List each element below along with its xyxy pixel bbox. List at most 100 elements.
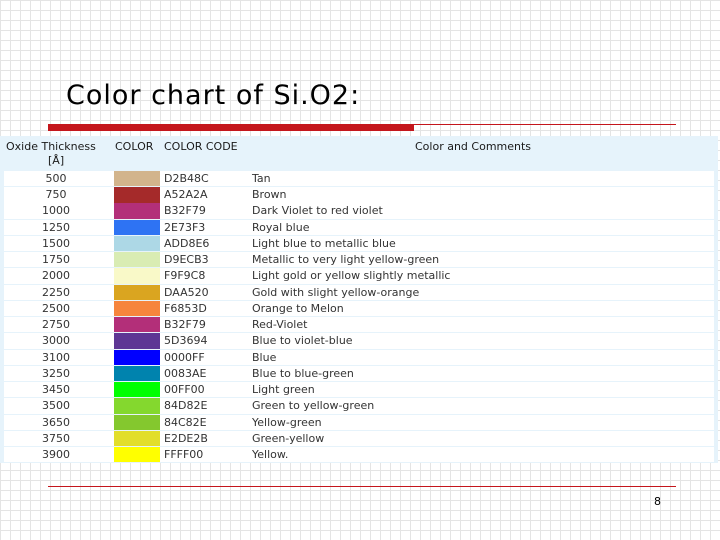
table-row: 1250 2E73F3 Royal blue bbox=[4, 219, 714, 235]
color-swatch bbox=[114, 349, 160, 365]
table-row: 3250 0083AE Blue to blue-green bbox=[4, 365, 714, 382]
header-color-code: COLOR CODE bbox=[164, 140, 238, 153]
comment-cell: Green-yellow bbox=[252, 431, 325, 445]
comment-cell: Blue to violet-blue bbox=[252, 334, 353, 348]
color-chart-table: Oxide Thickness [Å] COLOR COLOR CODE Col… bbox=[0, 136, 718, 463]
thickness-cell: 750 bbox=[45, 188, 67, 202]
color-swatch bbox=[114, 398, 160, 414]
slide-title: Color chart of Si.O2: bbox=[66, 80, 361, 111]
color-swatch bbox=[114, 252, 160, 268]
color-swatch bbox=[114, 333, 160, 349]
table-row: 750 A52A2A Brown bbox=[4, 187, 714, 203]
color-code-cell: 00FF00 bbox=[164, 383, 205, 397]
table-row: 2750 B32F79 Red-Violet bbox=[4, 317, 714, 333]
table-row: 3100 0000FF Blue bbox=[4, 349, 714, 365]
color-code-cell: A52A2A bbox=[164, 188, 208, 202]
color-swatch bbox=[114, 430, 160, 447]
header-thickness-label: Oxide Thickness bbox=[6, 140, 96, 153]
table-row: 3000 5D3694 Blue to violet-blue bbox=[4, 333, 714, 349]
table-row: 1000 B32F79 Dark Violet to red violet bbox=[4, 203, 714, 219]
comment-cell: Red-Violet bbox=[252, 318, 308, 332]
header-color: COLOR bbox=[115, 140, 154, 153]
comment-cell: Blue to blue-green bbox=[252, 366, 354, 380]
table-row: 1750 D9ECB3 Metallic to very light yellow-… bbox=[4, 252, 714, 268]
thickness-cell: 3500 bbox=[42, 399, 70, 413]
table-row: 2000 F9F9C8 Light gold or yellow slightly … bbox=[4, 268, 714, 284]
color-swatch bbox=[114, 171, 160, 187]
comment-cell: Blue bbox=[252, 350, 277, 364]
color-swatch bbox=[114, 203, 160, 219]
color-code-cell: 84D82E bbox=[164, 399, 208, 413]
color-swatch bbox=[114, 284, 160, 300]
color-code-cell: B32F79 bbox=[164, 318, 206, 332]
comment-cell: Orange to Melon bbox=[252, 301, 344, 315]
color-code-cell: F9F9C8 bbox=[164, 269, 206, 283]
page-number: 8 bbox=[654, 495, 661, 508]
table-row: 3900 FFFF00 Yellow. bbox=[4, 446, 714, 463]
color-swatch bbox=[114, 187, 160, 203]
table-row: 1500 ADD8E6 Light blue to metallic blue bbox=[4, 235, 714, 252]
table-row: 3750 E2DE2B Green-yellow bbox=[4, 430, 714, 447]
thickness-cell: 3650 bbox=[42, 415, 70, 429]
color-swatch bbox=[114, 382, 160, 398]
table-body: 500 D2B48C Tan 750 A52A2A Brown 1000 B32F79 Dark… bbox=[4, 171, 714, 463]
thickness-cell: 500 bbox=[45, 172, 67, 185]
color-swatch bbox=[114, 300, 160, 317]
thickness-cell: 3250 bbox=[42, 366, 70, 380]
comment-cell: Light green bbox=[252, 383, 315, 397]
color-code-cell: DAA520 bbox=[164, 285, 209, 299]
color-swatch bbox=[114, 414, 160, 430]
color-code-cell: 5D3694 bbox=[164, 334, 208, 348]
thickness-cell: 2250 bbox=[42, 285, 70, 299]
comment-cell: Gold with slight yellow-orange bbox=[252, 285, 420, 299]
thickness-cell: 1000 bbox=[42, 204, 70, 218]
color-code-cell: FFFF00 bbox=[164, 447, 204, 461]
color-code-cell: D9ECB3 bbox=[164, 253, 209, 267]
color-swatch bbox=[114, 219, 160, 235]
color-code-cell: F6853D bbox=[164, 301, 207, 315]
comment-cell: Light gold or yellow slightly metallic bbox=[252, 269, 451, 283]
table-row: 500 D2B48C Tan bbox=[4, 171, 714, 187]
thickness-cell: 1250 bbox=[42, 220, 70, 234]
header-comments: Color and Comments bbox=[415, 140, 532, 153]
comment-cell: Metallic to very light yellow-green bbox=[252, 253, 440, 267]
color-swatch bbox=[114, 446, 160, 463]
color-swatch bbox=[114, 317, 160, 333]
comment-cell: Light blue to metallic blue bbox=[252, 236, 396, 250]
table-row: 3450 00FF00 Light green bbox=[4, 382, 714, 398]
color-code-cell: 2E73F3 bbox=[164, 220, 206, 234]
comment-cell: Tan bbox=[252, 172, 271, 185]
color-code-cell: 0000FF bbox=[164, 350, 205, 364]
comment-cell: Green to yellow-green bbox=[252, 399, 375, 413]
color-code-cell: E2DE2B bbox=[164, 431, 208, 445]
thickness-cell: 3100 bbox=[42, 350, 70, 364]
footer-rule bbox=[48, 486, 676, 487]
color-code-cell: B32F79 bbox=[164, 204, 206, 218]
thickness-cell: 2750 bbox=[42, 318, 70, 332]
table-row: 2250 DAA520 Gold with slight yellow-orange bbox=[4, 284, 714, 300]
color-code-cell: 84C82E bbox=[164, 415, 207, 429]
comment-cell: Yellow. bbox=[252, 447, 289, 461]
thickness-cell: 1500 bbox=[42, 236, 70, 250]
header-thickness-unit: [Å] bbox=[48, 154, 65, 167]
title-accent-bar bbox=[48, 124, 414, 131]
color-code-cell: 0083AE bbox=[164, 366, 207, 380]
thickness-cell: 2000 bbox=[42, 269, 70, 283]
color-swatch bbox=[114, 365, 160, 382]
thickness-cell: 3450 bbox=[42, 383, 70, 397]
table-row: 3650 84C82E Yellow-green bbox=[4, 414, 714, 430]
table-row: 3500 84D82E Green to yellow-green bbox=[4, 398, 714, 414]
table-row: 2500 F6853D Orange to Melon bbox=[4, 300, 714, 317]
thickness-cell: 3750 bbox=[42, 431, 70, 445]
color-code-cell: D2B48C bbox=[164, 172, 209, 185]
thickness-cell: 2500 bbox=[42, 301, 70, 315]
comment-cell: Brown bbox=[252, 188, 287, 202]
color-code-cell: ADD8E6 bbox=[164, 236, 210, 250]
color-swatch bbox=[114, 268, 160, 284]
thickness-cell: 3000 bbox=[42, 334, 70, 348]
comment-cell: Yellow-green bbox=[252, 415, 322, 429]
thickness-cell: 1750 bbox=[42, 253, 70, 267]
comment-cell: Royal blue bbox=[252, 220, 310, 234]
color-swatch bbox=[114, 235, 160, 252]
header-thickness: Oxide Thickness [Å] bbox=[6, 140, 116, 168]
